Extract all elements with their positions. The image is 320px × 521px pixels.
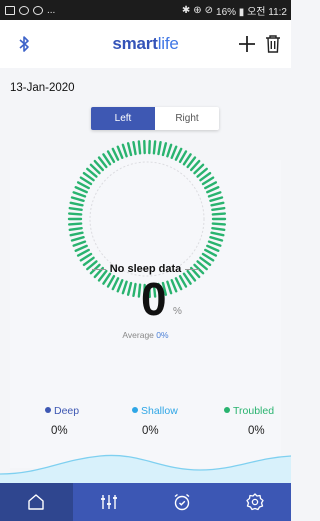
ring-tick — [207, 240, 222, 247]
ring-tick — [157, 140, 162, 156]
ring-tick — [106, 274, 116, 288]
status-more: ... — [47, 4, 56, 16]
legend-shallow: Shallow 0% — [132, 405, 178, 437]
ring-tick — [174, 277, 183, 291]
ring-tick — [210, 201, 225, 207]
ring-tick — [204, 248, 218, 257]
ring-tick — [121, 280, 128, 295]
ring-tick — [152, 140, 157, 155]
ring-tick — [211, 212, 227, 216]
status-right: ✱ ⊕ ⊘ 16% ▮ 오전 11:2 — [182, 3, 287, 18]
ring-tick — [68, 226, 83, 232]
average-value: 0% — [156, 330, 169, 340]
notification-icon — [33, 5, 43, 15]
tab-alarm[interactable] — [146, 483, 219, 521]
ring-tick — [111, 277, 120, 291]
tab-home[interactable] — [0, 483, 73, 521]
sleep-wave — [0, 454, 291, 483]
notification-icon — [19, 5, 29, 15]
legend-deep-value: 0% — [51, 425, 68, 437]
ring-tick — [70, 235, 85, 242]
ring-tick — [74, 244, 88, 252]
status-battery-time: 16% ▮ 오전 11:2 — [216, 6, 287, 18]
trash-icon[interactable] — [265, 35, 281, 53]
ring-tick — [116, 145, 124, 160]
ring-tick — [121, 143, 128, 158]
sleep-score: 0 — [141, 273, 167, 325]
app-header: smartlife — [0, 20, 291, 68]
ring-tick — [69, 201, 84, 207]
ring-tick — [137, 140, 142, 155]
ring-tick — [170, 278, 178, 293]
ring-tick — [211, 222, 227, 226]
status-bar: ... ✱ ⊕ ⊘ 16% ▮ 오전 11:2 — [0, 0, 291, 20]
legend-troubled: Troubled 0% — [224, 405, 274, 437]
equalizer-icon — [101, 495, 118, 509]
ring-tick — [67, 212, 83, 216]
tab-settings[interactable] — [218, 483, 291, 521]
ring-tick — [132, 282, 137, 298]
ring-tick — [211, 206, 226, 212]
ring-tick — [68, 206, 83, 212]
no-signal-icon: ⊘ — [204, 4, 214, 16]
ring-tick — [67, 222, 83, 226]
ring-tick — [174, 147, 183, 161]
average-label: Average 0% — [122, 330, 169, 340]
alarm-icon — [174, 493, 190, 511]
ring-tick — [126, 281, 133, 296]
ring-tick — [116, 278, 124, 293]
home-icon — [28, 494, 45, 510]
ring-tick — [76, 248, 90, 257]
ring-tick — [178, 150, 188, 164]
side-toggle: Left Right — [91, 107, 219, 130]
ring-tick — [170, 145, 178, 160]
ring-tick — [209, 235, 224, 242]
toggle-right[interactable]: Right — [155, 107, 219, 130]
ring-tick — [161, 142, 168, 157]
ring-tick — [69, 231, 84, 237]
plus-icon[interactable] — [238, 33, 256, 55]
ring-tick — [209, 196, 224, 203]
ring-tick — [76, 181, 90, 190]
legend-deep: Deep 0% — [45, 405, 79, 437]
ring-tick — [106, 150, 116, 164]
ring-tick — [211, 226, 226, 232]
ring-tick — [210, 231, 225, 237]
ring-tick — [166, 143, 173, 158]
ring-tick — [137, 283, 142, 298]
settings-icon — [245, 493, 264, 511]
ring-tick — [111, 147, 120, 161]
toggle-left[interactable]: Left — [91, 107, 155, 130]
ring-tick — [204, 181, 218, 190]
ring-tick — [72, 191, 87, 198]
ring-tick — [126, 142, 133, 157]
status-left: ... — [5, 5, 55, 16]
ring-tick — [206, 244, 220, 252]
bottom-nav — [0, 483, 291, 521]
legend-shallow-value: 0% — [142, 425, 159, 437]
tab-equalizer[interactable] — [73, 483, 146, 521]
sleep-legend: Deep 0% Shallow 0% Troubled 0% — [0, 405, 291, 445]
legend-troubled-value: 0% — [248, 425, 265, 437]
sleep-score-unit: % — [173, 306, 182, 317]
date-label: 13-Jan-2020 — [10, 82, 75, 94]
ring-tick — [178, 274, 188, 288]
bluetooth-status-icon: ✱ — [181, 4, 191, 16]
wifi-icon: ⊕ — [193, 4, 202, 16]
ring-tick — [70, 196, 85, 203]
ring-tick — [206, 186, 220, 194]
ring-tick — [166, 280, 173, 295]
ring-tick — [74, 186, 88, 194]
ring-tick — [207, 191, 222, 198]
ring-tick — [132, 140, 137, 156]
image-icon — [5, 5, 15, 15]
ring-tick — [72, 240, 87, 247]
